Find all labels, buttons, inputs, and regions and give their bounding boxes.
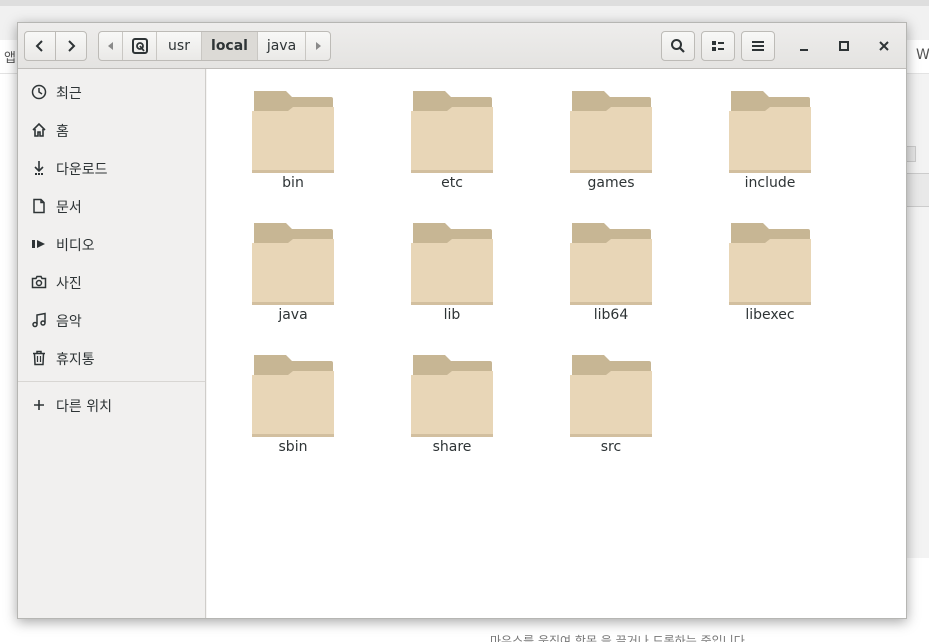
folder-item[interactable]: src xyxy=(556,355,666,475)
chevron-right-icon xyxy=(68,40,76,52)
folder-icon xyxy=(729,91,811,173)
view-mode-button[interactable] xyxy=(701,31,735,61)
folder-icon xyxy=(729,223,811,305)
sidebar-item-documents[interactable]: 문서 xyxy=(18,191,205,221)
path-segment-java[interactable]: java xyxy=(258,32,306,60)
search-button[interactable] xyxy=(661,31,695,61)
sidebar-item-music[interactable]: 음악 xyxy=(18,305,205,335)
sidebar-item-trash[interactable]: 휴지통 xyxy=(18,343,205,373)
main-menu-button[interactable] xyxy=(741,31,775,61)
close-button[interactable] xyxy=(869,31,899,61)
folder-icon xyxy=(411,91,493,173)
folder-icon xyxy=(252,355,334,437)
sidebar-item-label: 홈 xyxy=(56,124,69,140)
path-scroll-right-button[interactable] xyxy=(306,32,330,60)
folder-item[interactable]: share xyxy=(397,355,507,475)
sidebar-item-label: 사진 xyxy=(56,276,82,292)
folder-icon xyxy=(411,355,493,437)
folder-name: lib64 xyxy=(593,307,629,323)
home-icon xyxy=(32,122,46,137)
triangle-left-icon xyxy=(107,42,113,50)
background-status-text: 마우스를 움직여 항목 을 끌거나 드롭하는 중입니다 xyxy=(490,634,745,642)
path-segment-local[interactable]: local xyxy=(202,32,258,60)
folder-item[interactable]: lib xyxy=(397,223,507,343)
sidebar-item-label: 휴지통 xyxy=(56,352,95,368)
sidebar-item-home[interactable]: 홈 xyxy=(18,115,205,145)
sidebar-item-label: 다운로드 xyxy=(56,162,108,178)
file-view: bin etc games include java lib lib64 libexec sbi… xyxy=(207,69,906,618)
folder-icon xyxy=(411,223,493,305)
path-root-button[interactable] xyxy=(123,32,157,60)
camera-icon xyxy=(31,275,47,289)
music-icon xyxy=(32,312,46,328)
folder-name: games xyxy=(587,175,635,191)
folder-name: libexec xyxy=(745,307,795,323)
search-icon xyxy=(671,39,685,53)
sidebar-item-label: 다른 위치 xyxy=(56,399,112,415)
folder-item[interactable]: include xyxy=(715,91,825,211)
folder-icon xyxy=(570,355,652,437)
trash-icon xyxy=(33,350,45,366)
sidebar-item-recent[interactable]: 최근 xyxy=(18,77,205,107)
path-bar: usr local java xyxy=(98,31,331,61)
sidebar-item-downloads[interactable]: 다운로드 xyxy=(18,153,205,183)
chevron-left-icon xyxy=(35,40,43,52)
folder-name: sbin xyxy=(278,439,308,455)
folder-name: bin xyxy=(282,175,304,191)
folder-icon xyxy=(252,91,334,173)
bookmarks-right-label[interactable]: W xyxy=(916,47,929,63)
folder-name: include xyxy=(744,175,796,191)
folder-name: java xyxy=(278,307,308,323)
sidebar-item-videos[interactable]: 비디오 xyxy=(18,229,205,259)
plus-icon xyxy=(34,400,44,410)
close-icon xyxy=(879,41,889,51)
folder-item[interactable]: java xyxy=(238,223,348,343)
sidebar-item-label: 문서 xyxy=(56,200,82,216)
folder-icon xyxy=(570,223,652,305)
sidebar-item-label: 최근 xyxy=(56,86,82,102)
sidebar-item-pictures[interactable]: 사진 xyxy=(18,267,205,297)
folder-item[interactable]: lib64 xyxy=(556,223,666,343)
forward-button[interactable] xyxy=(55,31,87,61)
folder-name: src xyxy=(600,439,622,455)
minimize-button[interactable] xyxy=(789,31,819,61)
folder-item[interactable]: games xyxy=(556,91,666,211)
folder-item[interactable]: bin xyxy=(238,91,348,211)
background-panel-button xyxy=(906,146,916,162)
path-scroll-left-button[interactable] xyxy=(99,32,123,60)
sidebar-item-other-locations[interactable]: 다른 위치 xyxy=(18,390,205,420)
back-button[interactable] xyxy=(24,31,56,61)
sidebar-separator xyxy=(18,381,205,382)
folder-item[interactable]: etc xyxy=(397,91,507,211)
folder-item[interactable]: libexec xyxy=(715,223,825,343)
hamburger-icon xyxy=(752,41,764,51)
navigation-buttons xyxy=(24,31,88,61)
folder-icon xyxy=(252,223,334,305)
triangle-right-icon xyxy=(316,42,321,50)
document-icon xyxy=(33,198,45,214)
maximize-icon xyxy=(839,41,849,51)
background-panel-bar xyxy=(906,173,929,207)
folder-name: lib xyxy=(443,307,461,323)
bookmarks-apps-label[interactable]: 앱 xyxy=(4,47,16,66)
path-segment-usr[interactable]: usr xyxy=(157,32,202,60)
list-view-icon xyxy=(712,41,724,51)
minimize-icon xyxy=(800,49,808,51)
download-icon xyxy=(34,161,44,175)
drive-icon xyxy=(131,38,148,54)
file-manager-window: usr local java 최근 홈 다운로드 문서 비디오 사진 음악 휴지… xyxy=(17,22,907,619)
folder-item[interactable]: sbin xyxy=(238,355,348,475)
folder-icon xyxy=(570,91,652,173)
folder-name: share xyxy=(432,439,472,455)
video-icon xyxy=(32,240,45,248)
maximize-button[interactable] xyxy=(829,31,859,61)
sidebar-item-label: 비디오 xyxy=(56,238,95,254)
folder-name: etc xyxy=(441,175,463,191)
header-bar: usr local java xyxy=(18,23,906,69)
sidebar-item-label: 음악 xyxy=(56,314,82,330)
clock-icon xyxy=(31,84,47,100)
places-sidebar: 최근 홈 다운로드 문서 비디오 사진 음악 휴지통 다른 위치 xyxy=(18,69,206,618)
